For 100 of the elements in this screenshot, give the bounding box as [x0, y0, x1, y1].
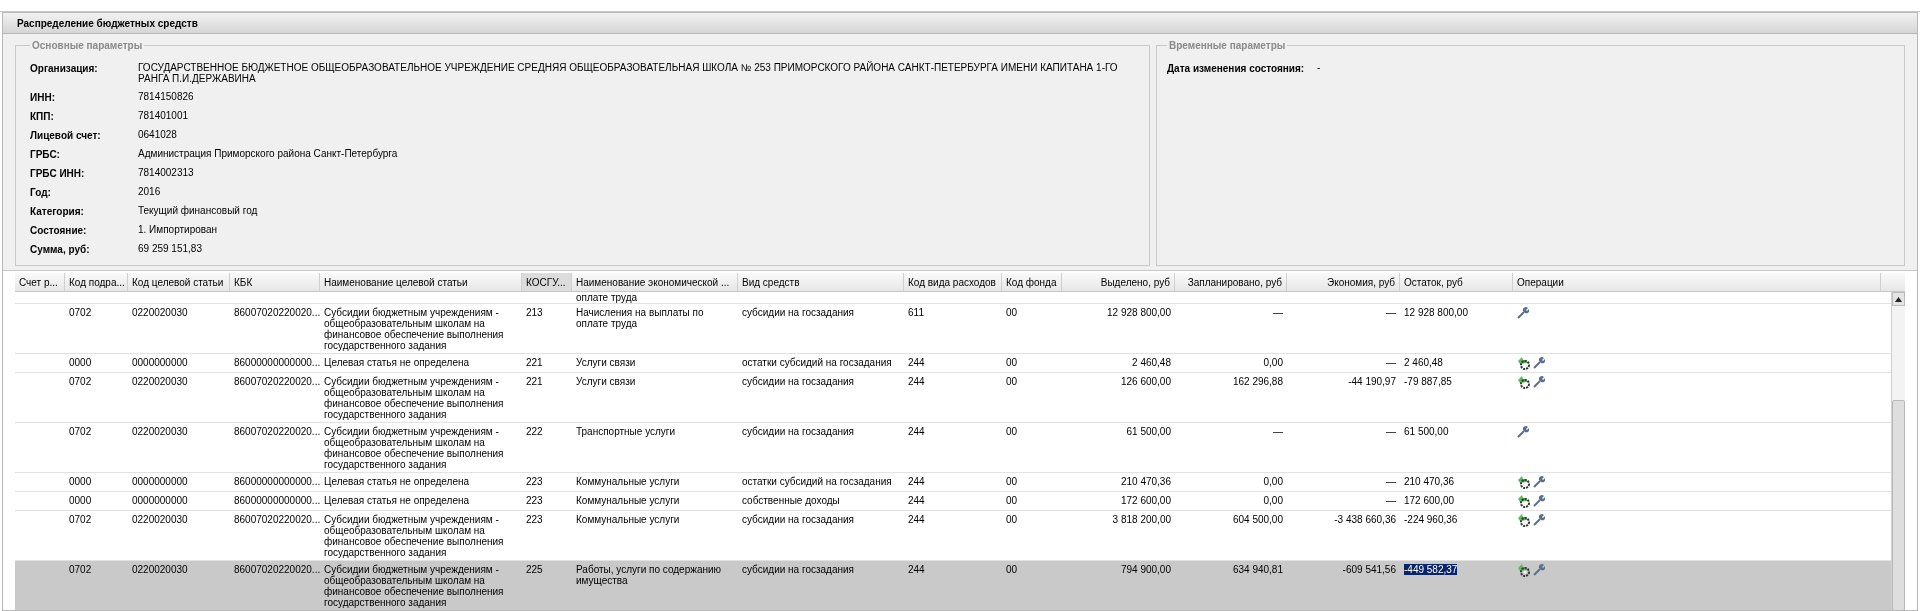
wrench-icon[interactable] [1533, 564, 1545, 576]
table-cell: 00 [1006, 476, 1018, 487]
table-cell: 634 940,81 [1232, 564, 1283, 575]
gear-icon[interactable] [1517, 514, 1531, 527]
table-cell: Коммунальные услуги [576, 476, 680, 487]
gear-icon[interactable] [1517, 376, 1531, 389]
table-cell: 0000000000 [132, 476, 188, 487]
table-row[interactable] [15, 561, 1891, 610]
table-cell: 221 [526, 357, 543, 368]
field-label: Лицевой счет: [30, 129, 102, 141]
table-cell: 126 600,00 [1120, 376, 1171, 387]
column-header[interactable]: Код целевой статьи [128, 273, 230, 291]
table-cell: 86007020220020... [234, 564, 321, 575]
column-header[interactable]: Выделено, руб [1062, 273, 1175, 291]
field-value: 69 259 151,83 [138, 243, 202, 254]
table-cell: -3 438 660,36 [1334, 514, 1396, 525]
column-header[interactable]: КОСГУ... [522, 273, 572, 291]
column-header[interactable]: Запланировано, руб [1175, 273, 1287, 291]
table-cell: 225 [526, 564, 543, 575]
table-cell: 604 500,00 [1232, 514, 1283, 525]
wrench-icon[interactable] [1533, 357, 1545, 369]
scroll-up-icon[interactable] [1895, 296, 1902, 302]
table-cell: 244 [908, 426, 925, 437]
table-cell: 86000000000000... [234, 495, 321, 506]
table-cell: 244 [908, 514, 925, 525]
table-row[interactable]: оплате труда [15, 292, 1891, 304]
table-cell: — [1273, 426, 1283, 437]
table-cell: 0702 [69, 426, 92, 437]
column-header[interactable]: Код подра... [65, 273, 128, 291]
table-cell: Коммунальные услуги [576, 495, 680, 506]
table-cell: 0220020030 [132, 307, 188, 318]
wrench-icon[interactable] [1517, 307, 1529, 319]
table-cell: — [1273, 307, 1283, 318]
table-cell: -44 190,97 [1348, 376, 1396, 387]
table-cell: 0702 [69, 564, 92, 575]
wrench-icon[interactable] [1533, 514, 1545, 526]
table-cell: субсидии на госзадания [742, 307, 855, 318]
wrench-icon[interactable] [1533, 376, 1545, 388]
scrollbar[interactable] [1891, 292, 1905, 610]
table-cell: остатки субсидий на госзадания [742, 357, 892, 368]
table-cell: 00 [1006, 495, 1018, 506]
field-value: Администрация Приморского района Санкт-Петербурга [138, 148, 398, 159]
table-cell: 221 [526, 376, 543, 387]
column-header[interactable]: Экономия, руб [1287, 273, 1400, 291]
column-header[interactable]: Код фонда [1002, 273, 1062, 291]
table-cell: Субсидии бюджетным учреждениям - общеобразовательным школам на финансовое обеспечение выполнения государственного задания [324, 376, 504, 420]
column-header[interactable]: Остаток, руб [1400, 273, 1513, 291]
field-label: Год: [30, 186, 52, 198]
table-row[interactable]: 0000 0000000000 86000000000000... Целевая статья не определена 223 Коммунальные услуги собственные доходы 244 00 172 600,00 0,00 — 172 600,00 [15, 492, 1891, 511]
table-cell: 244 [908, 476, 925, 487]
column-header[interactable]: Счет р... [15, 273, 65, 291]
field-label: Сумма, руб: [30, 243, 91, 255]
table-cell: 0,00 [1263, 476, 1283, 487]
table-cell: субсидии на госзадания [742, 376, 855, 387]
gear-icon[interactable] [1517, 476, 1531, 489]
table-cell: 210 470,36 [1120, 476, 1171, 487]
wrench-icon[interactable] [1517, 426, 1529, 438]
table-cell: 244 [908, 495, 925, 506]
table-cell: -79 887,85 [1404, 376, 1452, 387]
table-cell: Субсидии бюджетным учреждениям - общеобразовательным школам на финансовое обеспечение выполнения государственного задания [324, 426, 504, 470]
table-cell: 00 [1006, 376, 1018, 387]
table-cell: 00 [1006, 564, 1018, 575]
wrench-icon[interactable] [1533, 476, 1545, 488]
table-cell: 162 296,88 [1232, 376, 1283, 387]
table-cell: Субсидии бюджетным учреждениям - общеобразовательным школам на финансовое обеспечение выполнения государственного задания [324, 564, 504, 608]
table-row[interactable] [15, 304, 1891, 354]
table-cell: 223 [526, 495, 543, 506]
table-row[interactable] [15, 373, 1891, 423]
gear-icon[interactable] [1517, 357, 1531, 370]
gear-icon[interactable] [1517, 564, 1531, 577]
column-header[interactable]: КБК [230, 273, 320, 291]
table-cell: 0220020030 [132, 376, 188, 387]
column-header[interactable]: Вид средств [738, 273, 904, 291]
table-row[interactable] [15, 511, 1891, 561]
table-cell: 611 [908, 307, 924, 318]
wrench-icon[interactable] [1533, 495, 1545, 507]
table-cell: — [1386, 476, 1396, 487]
table-row[interactable]: 0000 0000000000 86000000000000... Целевая статья не определена 221 Услуги связи остатки субсидий на госзадания 244 00 2 460,48 0,00 — 2 460,48 [15, 354, 1891, 373]
table-cell: субсидии на госзадания [742, 426, 855, 437]
table-cell: 0000 [69, 495, 92, 506]
column-header[interactable]: Наименование экономической ... [572, 273, 738, 291]
table-cell: 244 [908, 564, 925, 575]
table-cell: 244 [908, 376, 925, 387]
table-cell: Целевая статья не определена [324, 357, 470, 368]
field-label: КПП: [30, 110, 55, 122]
column-header[interactable]: Код вида расходов [904, 273, 1002, 291]
table-cell: 12 928 800,00 [1404, 307, 1468, 318]
gear-icon[interactable] [1517, 495, 1531, 508]
table-row[interactable]: 0000 0000000000 86000000000000... Целевая статья не определена 223 Коммунальные услуги остатки субсидий на госзадания 244 00 210 470,36 0,00 — 210 470,36 [15, 473, 1891, 492]
column-header[interactable]: Операции [1513, 273, 1881, 291]
field-value: 0641028 [138, 129, 177, 140]
table-cell: остатки субсидий на госзадания [742, 476, 892, 487]
field-value: 1. Импортирован [138, 224, 218, 235]
table-cell: 86007020220020... [234, 376, 321, 387]
field-label: Дата изменения состояния: [1167, 62, 1306, 74]
table-row[interactable] [15, 423, 1891, 473]
table-cell: 0,00 [1263, 495, 1283, 506]
table-cell: 12 928 800,00 [1107, 307, 1171, 318]
table-cell: 172 600,00 [1404, 495, 1455, 506]
table-cell: 86007020220020... [234, 514, 321, 525]
